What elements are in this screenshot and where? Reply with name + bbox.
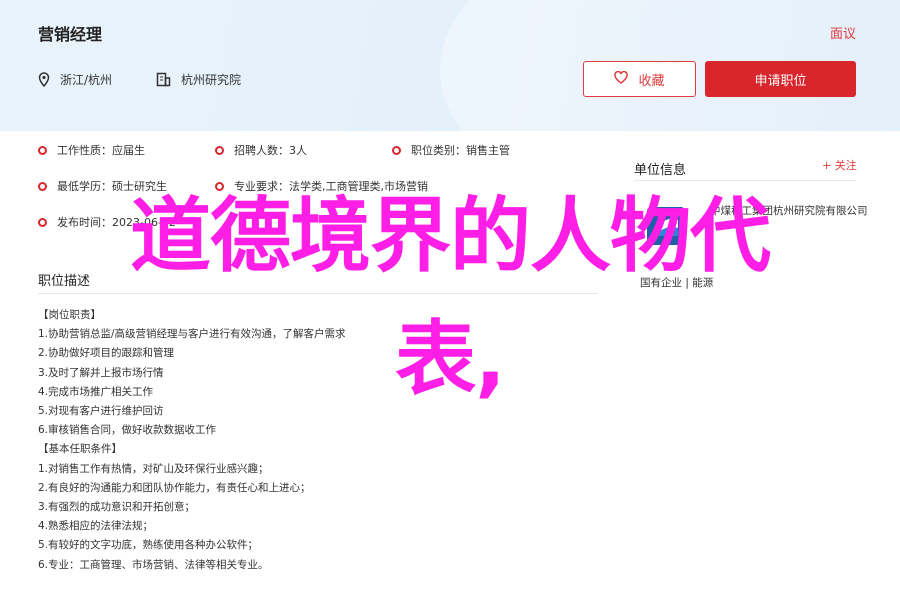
divider [634,180,856,181]
bullet-icon [392,145,401,155]
building-icon [156,72,171,87]
description-line: 3.有强烈的成功意识和开拓创意； [38,501,196,514]
overlay-caption-line-1: 道德境界的人物代 [129,190,771,284]
overlay-caption-line-2: 表, [395,313,506,407]
bullet-icon [38,145,47,155]
favorite-button[interactable]: 收藏 [583,61,696,97]
description-line: 1.对销售工作有热情，对矿山及环保行业感兴趣； [38,462,269,475]
job-header: 营销经理 面议 浙江/杭州 杭州研究院 收藏 申请职位 [0,0,900,131]
location-pin-icon [38,72,50,87]
apply-button[interactable]: 申请职位 [705,61,856,97]
info-category: 职位类别： 销售主管 [392,142,510,158]
job-meta: 浙江/杭州 杭州研究院 [38,71,241,88]
job-company[interactable]: 杭州研究院 [181,71,241,88]
bullet-icon [38,181,47,191]
divider [38,293,598,294]
description-line: 6.专业：工商管理、市场营销、法律等相关专业。 [38,558,269,571]
job-location: 浙江/杭州 [60,73,113,87]
description-line: 5.对现有客户进行维护回访 [38,405,164,418]
follow-button[interactable]: + 关注 [822,157,857,173]
description-line: 2.有良好的沟通能力和团队协作能力，有责任心和上进心； [38,481,311,494]
company-info-title: 单位信息 [634,163,687,178]
favorite-label: 收藏 [638,73,665,89]
description-line: 6.审核销售合同，做好收款数据收工作 [38,424,217,437]
description-line: 4.熟悉相应的法律法规； [38,520,154,533]
salary-label: 面议 [829,27,856,42]
info-hires: 招聘人数： 3人 [215,142,307,158]
description-line: 【基本任职条件】 [38,443,122,456]
info-nature: 工作性质： 应届生 [38,142,145,158]
job-title: 营销经理 [38,25,103,44]
heart-icon [614,70,629,88]
bullet-icon [215,145,224,155]
description-line: 5.有较好的文字功底，熟练使用各种办公软件； [38,539,259,552]
